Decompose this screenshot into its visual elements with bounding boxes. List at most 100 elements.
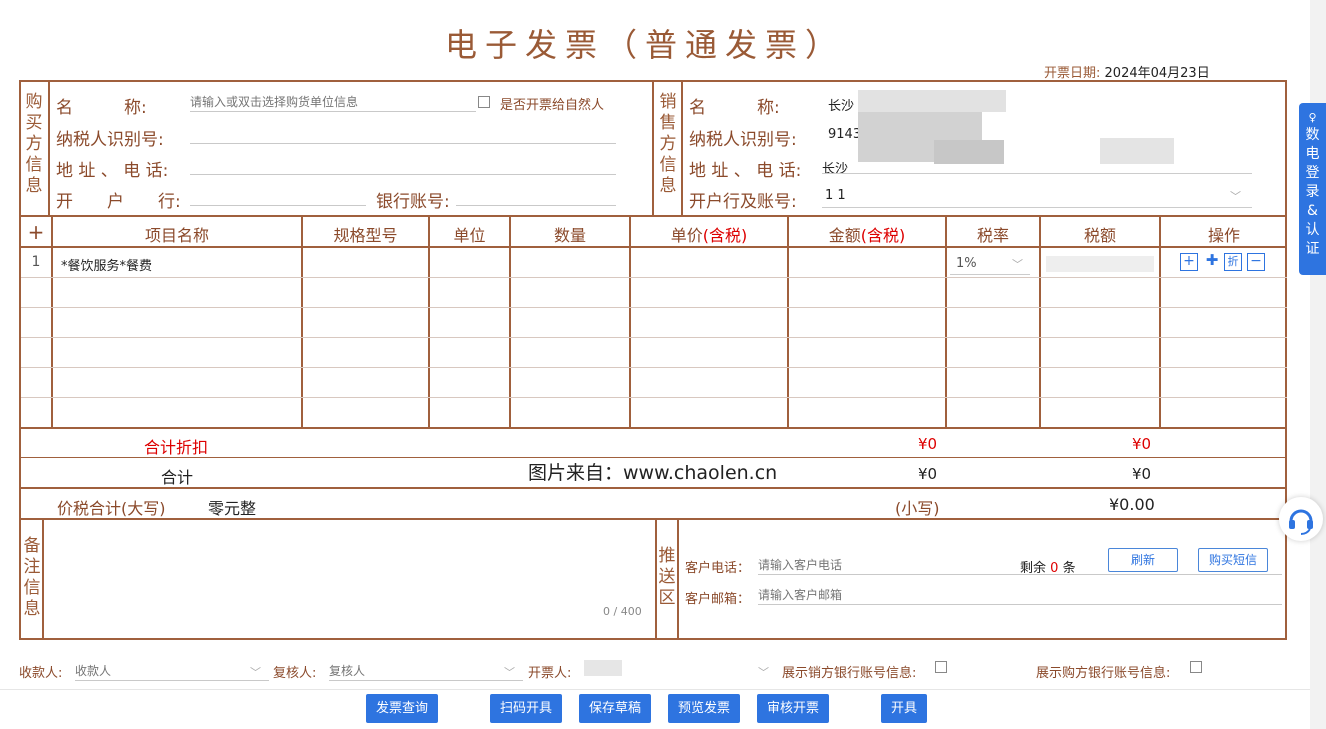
col-item-name: 项目名称 (144, 226, 209, 245)
issuer-label: 开票人: (528, 666, 572, 681)
chevron-down-icon[interactable]: ﹀ (1012, 256, 1023, 272)
sum-tax: ¥0 (1132, 465, 1152, 483)
buyer-taxid-input[interactable] (190, 125, 616, 144)
seller-bank-label: 开户行及账号: (689, 192, 797, 212)
buyer-account-input[interactable] (456, 187, 616, 206)
remove-item-icon[interactable]: − (1247, 253, 1265, 271)
seller-bank-value[interactable]: 1 1 (825, 188, 846, 203)
redacted-block (934, 140, 1004, 164)
buyer-bank-label: 开 户 行: (56, 192, 181, 212)
buyer-name-label: 名 称: (56, 98, 147, 118)
col-unit-price: 单价(含税) (631, 222, 787, 246)
show-buyer-bank-label: 展示购方银行账号信息: (1036, 666, 1171, 681)
tax-incl-note: (含税) (702, 226, 748, 245)
buy-sms-button[interactable]: 购买短信 (1198, 548, 1268, 572)
col-unit: 单位 (453, 226, 486, 245)
sum-amount: ¥0 (918, 465, 938, 483)
payee-label: 收款人: (19, 666, 63, 681)
underline (822, 173, 1252, 174)
digital-login-label: 数电登录&认证 (1305, 127, 1320, 257)
show-seller-bank-label: 展示销方银行账号信息: (782, 666, 917, 681)
preview-invoice-button[interactable]: 预览发票 (668, 694, 740, 723)
discount-icon[interactable]: 折 (1224, 253, 1242, 271)
col-actions: 操作 (1207, 226, 1240, 245)
buyer-name-input[interactable] (190, 93, 476, 112)
divider (652, 80, 654, 216)
buyer-bank-input[interactable] (190, 187, 366, 206)
chevron-down-icon[interactable]: ﹀ (758, 664, 769, 680)
show-buyer-bank-checkbox[interactable] (1190, 661, 1202, 673)
capital-total-value: 零元整 (208, 499, 257, 518)
remarks-label: 备注信息 (23, 536, 41, 619)
divider (19, 427, 1287, 429)
item-name-cell[interactable]: *餐饮服务*餐费 (61, 255, 152, 274)
divider (19, 487, 1287, 489)
discount-total-tax: ¥0 (1132, 435, 1152, 453)
small-total-label: (小写) (895, 499, 940, 518)
buyer-taxid-label: 纳税人识别号: (56, 130, 164, 150)
date-label: 开票日期: (1044, 66, 1101, 81)
review-issue-button[interactable]: 审核开票 (757, 694, 829, 723)
sms-remaining: 剩余 0 条 (1020, 557, 1076, 576)
add-row-button[interactable]: + (21, 220, 51, 244)
footer-divider (0, 689, 1310, 690)
push-area-label: 推送区 (658, 546, 676, 608)
customer-phone-label: 客户电话： (685, 561, 751, 576)
customer-support-icon[interactable] (1279, 497, 1323, 541)
seller-section-label: 销售方信息 (659, 92, 677, 196)
invoice-query-button[interactable]: 发票查询 (366, 694, 438, 723)
tax-incl-note: (含税) (860, 226, 906, 245)
capital-total-label: 价税合计(大写) (57, 499, 166, 518)
seller-taxid-value: 9143 (828, 127, 862, 142)
chevron-down-icon[interactable]: ﹀ (504, 664, 515, 680)
user-icon: ♀ (1308, 111, 1317, 124)
add-item-icon[interactable]: + (1180, 253, 1198, 271)
small-total-value: ¥0.00 (1109, 495, 1155, 514)
show-seller-bank-checkbox[interactable] (935, 661, 947, 673)
remaining-count: 0 (1050, 561, 1059, 576)
chevron-down-icon[interactable]: ﹀ (1230, 188, 1241, 204)
row-index: 1 (31, 254, 41, 270)
col-tax-rate: 税率 (976, 226, 1009, 245)
buyer-address-input[interactable] (190, 156, 616, 175)
payee-select[interactable] (75, 662, 269, 681)
digital-login-tab[interactable]: ♀ 数电登录&认证 (1299, 103, 1326, 275)
divider (42, 518, 44, 640)
discount-total-label: 合计折扣 (144, 438, 209, 457)
seller-taxid-label: 纳税人识别号: (689, 130, 797, 150)
reviewer-select[interactable] (329, 662, 523, 681)
customer-email-input[interactable] (758, 586, 1282, 605)
natural-person-label: 是否开票给自然人 (500, 98, 605, 113)
scan-issue-button[interactable]: 扫码开具 (490, 694, 562, 723)
chevron-down-icon[interactable]: ﹀ (250, 664, 261, 680)
sum-label: 合计 (161, 468, 194, 487)
remarks-counter: 0 / 400 (603, 605, 642, 618)
natural-person-checkbox[interactable] (478, 96, 490, 108)
refresh-button[interactable]: 刷新 (1108, 548, 1178, 572)
divider (677, 518, 679, 640)
invoice-title: 电子发票（普通发票） (444, 26, 845, 64)
row-line (21, 397, 1287, 398)
issue-button[interactable]: 开具 (881, 694, 927, 723)
tax-amount-cell[interactable] (1046, 256, 1154, 272)
remaining-suffix: 条 (1062, 561, 1076, 576)
divider (19, 246, 1287, 248)
customer-email-label: 客户邮箱： (685, 592, 751, 607)
row-line (21, 307, 1287, 308)
date-value: 2024年04月23日 (1104, 66, 1210, 81)
issuer-value[interactable] (584, 660, 622, 676)
divider (681, 80, 683, 216)
tax-rate-select[interactable]: 1% (956, 256, 977, 271)
redacted-block (858, 90, 1006, 112)
reviewer-label: 复核人: (273, 666, 317, 681)
underline (822, 207, 1252, 208)
pin-icon[interactable]: ✚ (1203, 253, 1221, 271)
col-tax-amount: 税额 (1083, 226, 1116, 245)
col-spec: 规格型号 (333, 226, 398, 245)
row-line (21, 367, 1287, 368)
col-unit-price-label: 单价 (670, 226, 703, 245)
seller-address-label: 地 址 、 电 话: (689, 161, 802, 181)
discount-total-amount: ¥0 (918, 435, 938, 453)
save-draft-button[interactable]: 保存草稿 (579, 694, 651, 723)
remarks-textarea[interactable] (46, 522, 654, 640)
